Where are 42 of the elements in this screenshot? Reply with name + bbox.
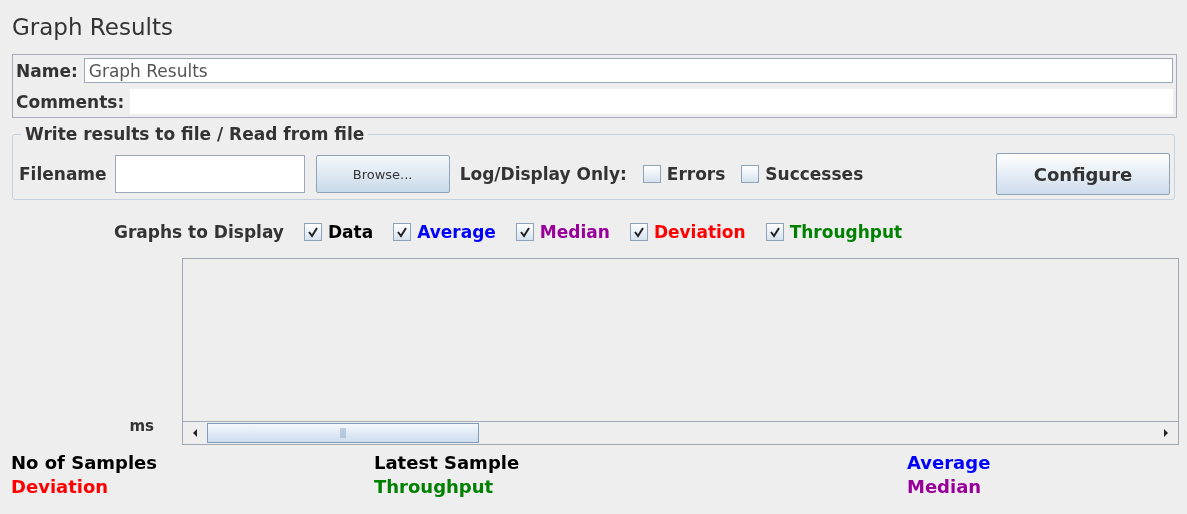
legend-label: No of Samples	[11, 451, 158, 475]
checkbox[interactable]	[741, 165, 760, 183]
graphs-label: Graphs to Display	[114, 222, 284, 242]
checkbox[interactable]	[642, 165, 661, 183]
browse-button[interactable]: Browse...	[315, 155, 450, 193]
scroll-right-icon[interactable]	[1162, 428, 1170, 438]
filename-field[interactable]	[114, 155, 305, 193]
legend-label: Average	[907, 451, 992, 475]
checkmark-icon	[396, 226, 409, 238]
comments-label: Comments:	[16, 91, 125, 112]
legend-label: Latest Sample	[374, 451, 521, 475]
checkmark-icon	[768, 226, 781, 238]
legend-label: Throughput	[374, 475, 495, 499]
graph-label: Data	[327, 222, 374, 242]
legend-label: Median	[907, 475, 983, 499]
group-title: Write results to file / Read from file	[21, 124, 369, 144]
checkbox[interactable]	[393, 223, 412, 241]
legend-label: Deviation	[11, 475, 110, 499]
graph-label: Throughput	[789, 222, 903, 242]
scroll-thumb[interactable]	[207, 423, 479, 443]
checkmark-icon	[306, 226, 319, 238]
checkbox[interactable]	[515, 223, 534, 241]
name-label: Name:	[16, 60, 78, 81]
graph-label: Deviation	[653, 222, 746, 242]
checkbox-label: Successes	[765, 164, 864, 184]
checkbox-label: Errors	[666, 164, 726, 184]
graph-label: Average	[417, 222, 496, 242]
horizontal-scrollbar[interactable]	[182, 421, 1179, 445]
configure-button[interactable]: Configure	[996, 153, 1170, 195]
name-field[interactable]: Graph Results	[83, 58, 1173, 83]
scroll-left-icon[interactable]	[191, 428, 199, 438]
checkmark-icon	[518, 226, 531, 238]
checkbox[interactable]	[765, 223, 784, 241]
y-axis-unit: ms	[128, 417, 155, 435]
grip-icon	[340, 428, 346, 438]
checkbox[interactable]	[629, 223, 648, 241]
filename-label: Filename	[19, 164, 107, 184]
panel-title: Graph Results	[12, 13, 174, 42]
log-display-label: Log/Display Only:	[459, 164, 627, 184]
graph-label: Median	[539, 222, 610, 242]
checkmark-icon	[632, 226, 645, 238]
checkbox[interactable]	[303, 223, 322, 241]
